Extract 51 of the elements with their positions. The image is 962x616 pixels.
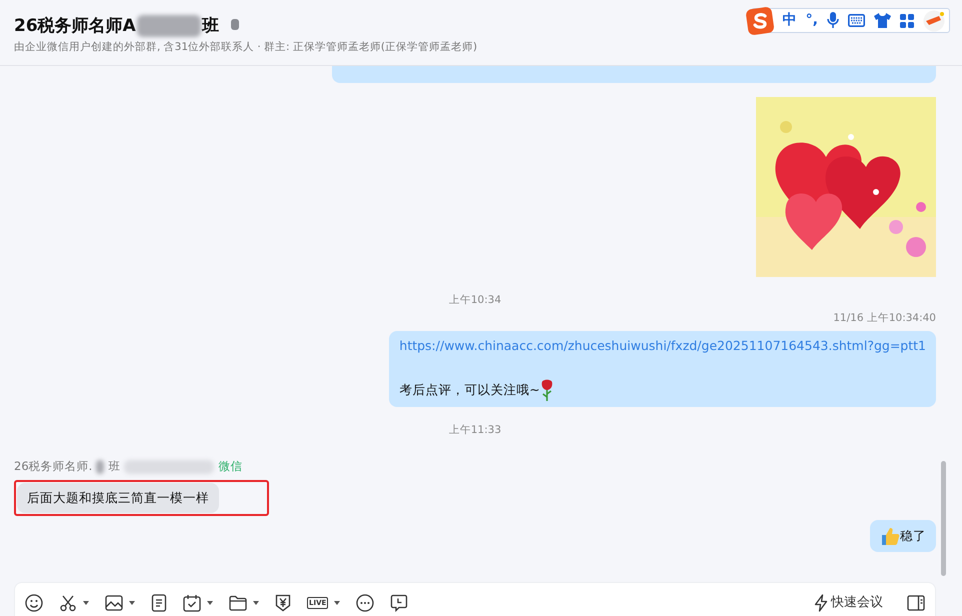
screenshot-button[interactable] <box>59 594 89 612</box>
yen-shield-icon <box>275 594 291 612</box>
scissors-icon <box>59 594 77 612</box>
caret-icon <box>207 600 213 604</box>
mascot-icon[interactable] <box>923 10 945 32</box>
document-icon <box>151 594 167 612</box>
lightning-icon <box>814 594 828 612</box>
sender-name: 26税务师名师. <box>14 458 92 476</box>
message-time: 11/16 上午10:34:40 <box>832 310 936 326</box>
redaction-blur <box>96 460 104 474</box>
quick-meeting-button[interactable]: 快速会议 <box>814 592 883 612</box>
image-icon <box>105 594 123 610</box>
file-button[interactable] <box>229 594 259 610</box>
redaction-blur <box>136 15 201 38</box>
punctuation-toggle[interactable]: °, <box>806 10 818 31</box>
caret-icon <box>83 600 89 604</box>
schedule-button[interactable] <box>183 594 213 612</box>
input-mode-toggle[interactable]: 中 <box>782 10 797 31</box>
message-text: 考后点评，可以关注哦~ <box>399 380 540 398</box>
chat-title: 26税务师名师A <box>14 16 136 36</box>
folder-icon <box>229 594 247 610</box>
payment-button[interactable] <box>275 594 291 612</box>
smiley-icon <box>25 594 43 612</box>
timestamp: 上午11:33 <box>448 422 502 438</box>
image-button[interactable] <box>105 594 135 610</box>
side-panel-icon <box>907 594 925 610</box>
grid-icon[interactable] <box>900 14 914 28</box>
sender-name: 班 <box>108 458 120 476</box>
caret-icon <box>253 600 259 604</box>
more-icon <box>356 594 374 612</box>
chat-history-button[interactable] <box>390 594 408 612</box>
keyboard-icon[interactable] <box>848 14 865 27</box>
message-text: 后面大题和摸底三简直一模一样 <box>27 488 209 506</box>
chat-title: 班 <box>202 16 219 36</box>
shirt-icon[interactable] <box>874 13 891 28</box>
microphone-icon[interactable] <box>827 12 839 29</box>
more-button[interactable] <box>356 594 374 612</box>
message-link[interactable]: https://www.chinaacc.com/zhuceshuiwushi/fxzd/ge20251107164543.shtml?gg=ptt1 <box>399 338 926 352</box>
scrollbar[interactable] <box>941 461 946 576</box>
calendar-check-icon <box>183 594 201 612</box>
caret-icon <box>334 600 340 604</box>
emoji-button[interactable] <box>25 594 43 612</box>
logo-icon[interactable] <box>746 6 774 34</box>
chat-clock-icon <box>390 594 408 612</box>
document-button[interactable] <box>151 594 167 612</box>
source-label: 微信 <box>218 458 242 476</box>
timestamp: 上午10:34 <box>448 293 502 308</box>
caret-icon <box>129 600 135 604</box>
message-text: 稳了 <box>900 526 926 544</box>
side-panel-button[interactable] <box>907 594 925 610</box>
group-description: 由企业微信用户创建的外部群, 含31位外部联系人 · 群主: 正保学管师孟老师(正保学管师孟老师) <box>14 40 478 55</box>
